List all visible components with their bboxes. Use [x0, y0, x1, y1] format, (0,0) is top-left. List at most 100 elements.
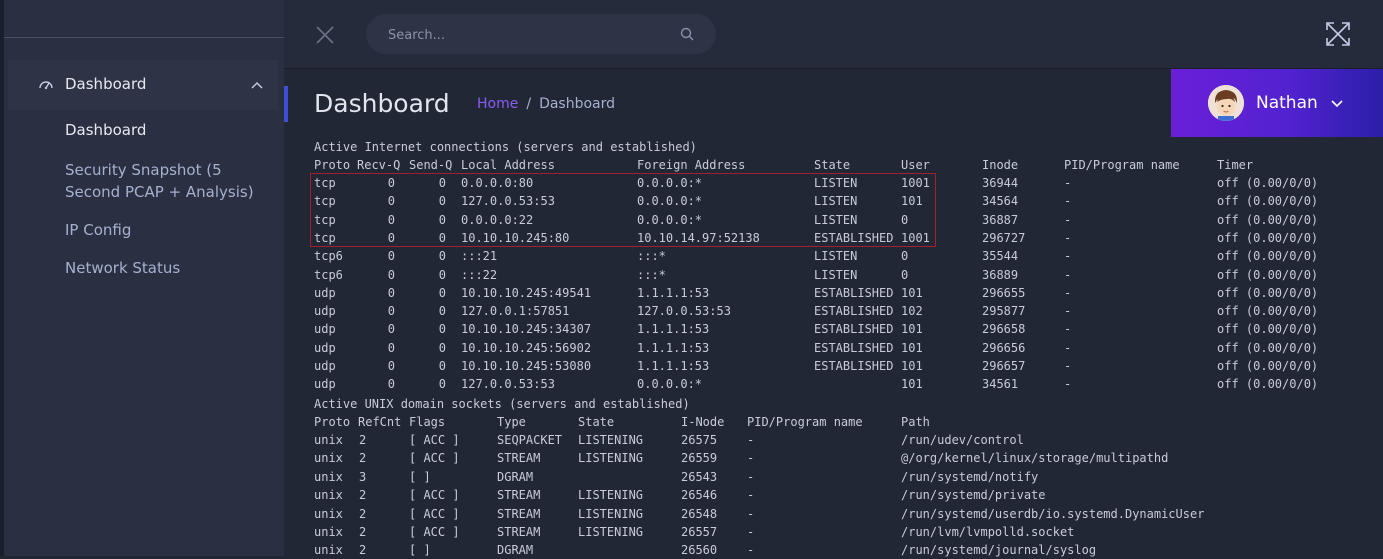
terminal-cell: 0.0.0.0:* — [637, 377, 703, 392]
terminal-cell: ESTABLISHED — [814, 304, 894, 319]
terminal-cell: [ ACC ] — [409, 506, 460, 521]
terminal-cell: - — [1064, 322, 1072, 337]
fullscreen-icon[interactable] — [1325, 21, 1351, 47]
terminal-cell: udp — [314, 340, 336, 355]
terminal-cell: 26559 — [681, 451, 718, 466]
terminal-cell: - — [747, 525, 755, 539]
sidebar-item-security-snapshot[interactable]: Security Snapshot (5 Second PCAP + Analy… — [65, 159, 265, 203]
sidebar-item-label-line2: Second PCAP + Analysis) — [65, 183, 254, 201]
user-menu[interactable]: Nathan — [1171, 69, 1383, 137]
terminal-cell: 3 — [359, 469, 367, 484]
terminal-cell: 0 — [438, 194, 446, 209]
breadcrumb: Home / Dashboard — [477, 96, 615, 112]
column-header: User — [901, 158, 930, 172]
terminal-cell: 127.0.0.53:53 — [461, 194, 555, 209]
terminal-cell: tcp6 — [314, 267, 343, 282]
chevron-up-icon[interactable] — [251, 80, 263, 90]
sidebar-item-dashboard[interactable]: Dashboard — [65, 119, 146, 141]
sidebar-item-label: Security Snapshot (5 — [65, 161, 222, 179]
terminal-cell: 0 — [387, 377, 395, 392]
unix-section-title: Active UNIX domain sockets (servers and … — [314, 397, 690, 411]
terminal-cell: 0 — [438, 322, 446, 337]
terminal-cell: 0 — [901, 249, 909, 264]
sidebar-item-network-status[interactable]: Network Status — [65, 257, 180, 279]
terminal-cell: 10.10.10.245:49541 — [461, 285, 592, 300]
terminal-cell: 1.1.1.1:53 — [637, 340, 710, 355]
terminal-cell: tcp — [314, 176, 336, 190]
column-header: Path — [901, 415, 930, 429]
sidebar-item-dashboard-group[interactable]: Dashboard — [8, 60, 278, 110]
terminal-cell: LISTENING — [578, 488, 644, 503]
terminal-cell: 296656 — [982, 340, 1026, 355]
terminal-cell: /run/systemd/notify — [901, 469, 1039, 484]
terminal-cell: 0 — [438, 176, 446, 190]
terminal-cell: 0.0.0.0:* — [637, 212, 703, 227]
terminal-cell: 34561 — [982, 377, 1019, 392]
terminal-cell: 10.10.10.245:56902 — [461, 340, 592, 355]
close-icon[interactable] — [316, 26, 334, 44]
terminal-cell: LISTEN — [814, 212, 858, 227]
chevron-down-icon — [1331, 100, 1343, 108]
terminal-cell: 0 — [438, 212, 446, 227]
search-input[interactable] — [386, 24, 670, 46]
terminal-cell: DGRAM — [497, 543, 534, 558]
terminal-cell: /run/lvm/lvmpolld.socket — [901, 525, 1075, 539]
terminal-cell: LISTEN — [814, 176, 858, 190]
sidebar: Dashboard Dashboard Security Snapshot (5… — [4, 0, 284, 556]
column-header: Local Address — [461, 158, 555, 172]
terminal-cell: 36889 — [982, 267, 1019, 282]
terminal-cell: udp — [314, 322, 336, 337]
search-icon[interactable] — [680, 27, 694, 41]
terminal-cell: 0 — [387, 176, 395, 190]
terminal-cell: 0 — [387, 359, 395, 373]
terminal-cell: LISTEN — [814, 194, 858, 209]
terminal-cell: off (0.00/0/0) — [1217, 249, 1319, 264]
terminal-cell: LISTENING — [578, 433, 644, 447]
terminal-cell: off (0.00/0/0) — [1217, 176, 1319, 190]
terminal-cell: 296727 — [982, 230, 1026, 245]
terminal-cell: 0 — [901, 212, 909, 227]
terminal-cell: 127.0.0.53:53 — [461, 377, 555, 392]
terminal-cell: LISTEN — [814, 267, 858, 282]
column-header: PID/Program name — [747, 415, 863, 429]
terminal-cell: LISTENING — [578, 506, 644, 521]
terminal-cell: off (0.00/0/0) — [1217, 230, 1319, 245]
terminal-cell: 0 — [387, 230, 395, 245]
terminal-cell: off (0.00/0/0) — [1217, 340, 1319, 355]
terminal-cell: 0 — [387, 194, 395, 209]
terminal-cell: - — [1064, 359, 1072, 373]
terminal-cell: - — [1064, 377, 1072, 392]
terminal-cell: - — [747, 451, 755, 466]
terminal-cell: [ ACC ] — [409, 451, 460, 466]
terminal-cell: /run/systemd/private — [901, 488, 1046, 503]
breadcrumb-current: Dashboard — [539, 96, 616, 112]
terminal-cell: 26543 — [681, 469, 718, 484]
terminal-cell: LISTENING — [578, 525, 644, 539]
terminal-cell: 101 — [901, 285, 923, 300]
header-accent — [284, 86, 288, 122]
terminal-cell: 0 — [387, 212, 395, 227]
terminal-cell: 2 — [359, 506, 367, 521]
terminal-cell: 101 — [901, 340, 923, 355]
terminal-cell: 0 — [438, 267, 446, 282]
terminal-cell: 0 — [387, 267, 395, 282]
user-name: Nathan — [1256, 93, 1318, 113]
sidebar-item-ip-config[interactable]: IP Config — [65, 219, 131, 241]
terminal-cell: - — [1064, 249, 1072, 264]
column-header: Inode — [982, 158, 1019, 172]
terminal-cell: 10.10.14.97:52138 — [637, 230, 760, 245]
terminal-cell: STREAM — [497, 506, 541, 521]
terminal-cell: 2 — [359, 488, 367, 503]
terminal-cell: 0 — [387, 249, 395, 264]
terminal-cell: 1001 — [901, 230, 930, 245]
terminal-cell: - — [1064, 267, 1072, 282]
terminal-cell: /run/systemd/journal/syslog — [901, 543, 1097, 558]
terminal-cell: STREAM — [497, 525, 541, 539]
terminal-cell: 0 — [438, 340, 446, 355]
terminal-cell: 0 — [438, 249, 446, 264]
column-header: Foreign Address — [637, 158, 746, 172]
terminal-cell: unix — [314, 543, 343, 558]
column-header: I-Node — [681, 415, 725, 429]
breadcrumb-home-link[interactable]: Home — [477, 96, 518, 112]
terminal-cell: 0 — [901, 267, 909, 282]
